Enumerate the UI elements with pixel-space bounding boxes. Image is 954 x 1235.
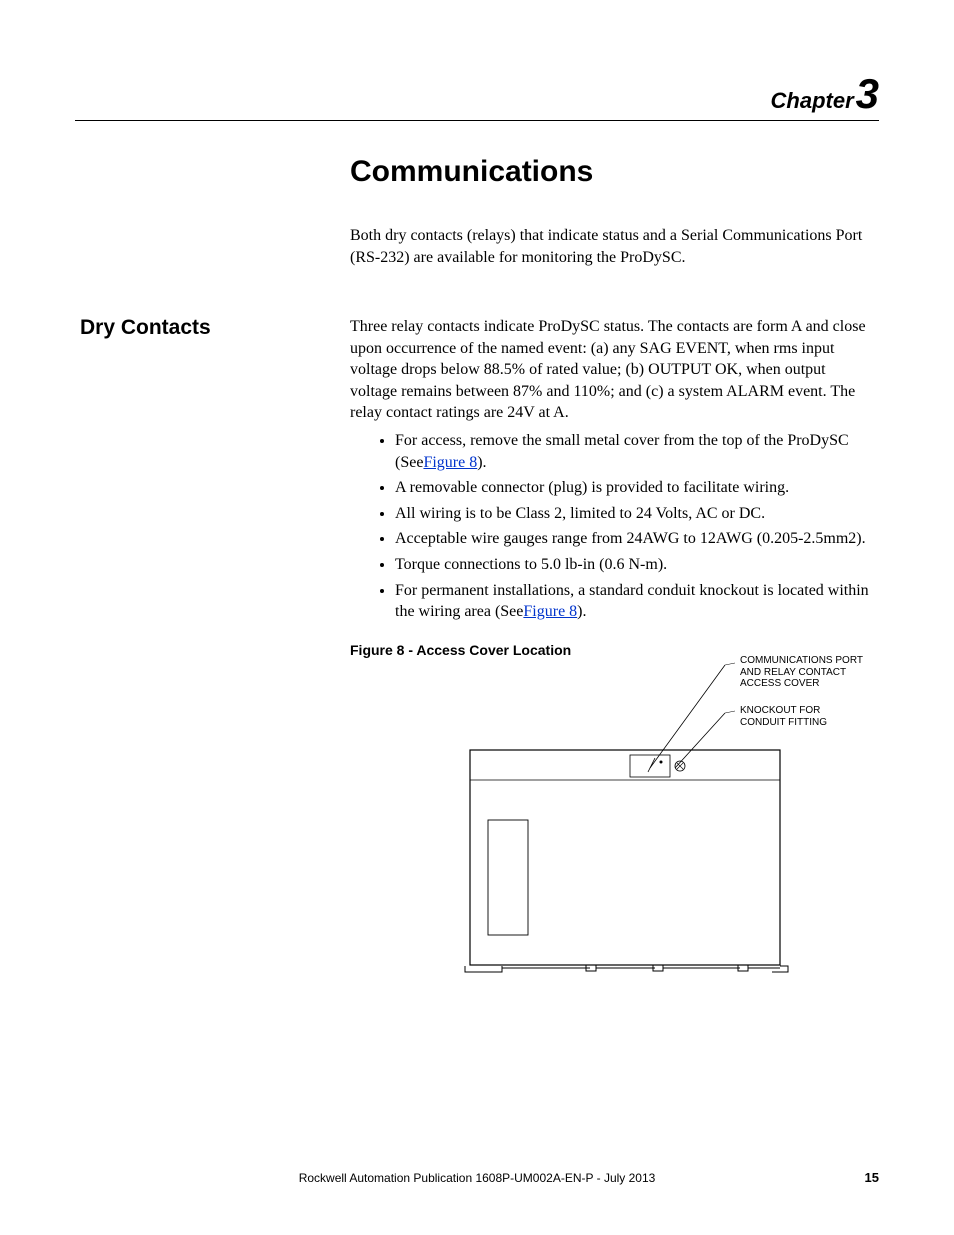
bullet-list: For access, remove the small metal cover… [350,430,875,623]
chapter-number: 3 [856,70,879,117]
list-item: For permanent installations, a standard … [395,580,875,623]
chapter-header: Chapter3 [771,70,879,118]
callout-comm-port: COMMUNICATIONS PORT AND RELAY CONTACT AC… [740,655,863,690]
intro-paragraph: Both dry contacts (relays) that indicate… [350,225,875,268]
callout-knockout: KNOCKOUT FOR CONDUIT FITTING [740,705,827,728]
device-illustration [460,650,880,990]
header-rule [75,120,879,121]
page-title: Communications [350,155,593,189]
section-heading-dry-contacts: Dry Contacts [80,316,211,340]
list-item: All wiring is to be Class 2, limited to … [395,503,875,525]
list-item: Torque connections to 5.0 lb-in (0.6 N-m… [395,554,875,576]
page-number: 15 [865,1170,879,1185]
section-body: Three relay contacts indicate ProDySC st… [350,316,875,660]
list-item: Acceptable wire gauges range from 24AWG … [395,528,875,550]
chapter-label: Chapter [771,88,854,113]
figure-8-link[interactable]: Figure 8 [423,454,477,471]
list-item: For access, remove the small metal cover… [395,430,875,473]
list-item: A removable connector (plug) is provided… [395,477,875,499]
figure-8-diagram: COMMUNICATIONS PORT AND RELAY CONTACT AC… [460,650,880,995]
footer-publication: Rockwell Automation Publication 1608P-UM… [0,1171,954,1185]
section-paragraph: Three relay contacts indicate ProDySC st… [350,316,875,424]
figure-8-link[interactable]: Figure 8 [523,603,577,620]
